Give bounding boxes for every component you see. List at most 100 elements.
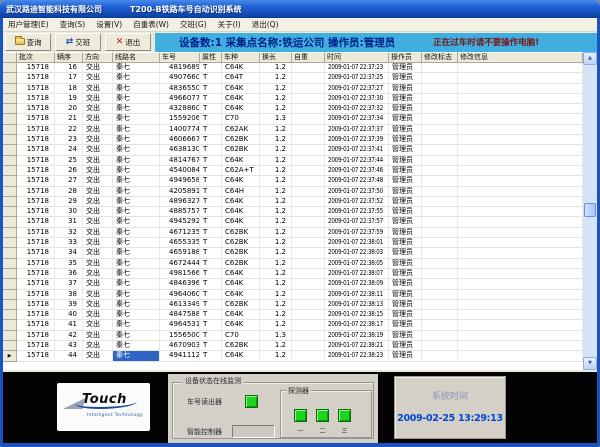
cell-line[interactable]: 秦七 (113, 351, 160, 362)
row-selector[interactable] (3, 135, 17, 145)
cell-direction[interactable]: 交出 (83, 176, 113, 186)
cell-batch[interactable]: 15718 (17, 279, 55, 289)
cell-car-no[interactable]: 4941112 (160, 351, 200, 362)
cell-seq[interactable]: 29 (55, 197, 83, 207)
cell-weight[interactable] (292, 84, 325, 94)
cell-batch[interactable]: 15718 (17, 290, 55, 300)
cell-mod-flag[interactable] (422, 259, 458, 269)
cell-time[interactable]: 2009-01-07 22:37:48 (325, 176, 389, 186)
cell-len[interactable]: 1.2 (260, 228, 292, 238)
cell-time[interactable]: 2009-01-07 22:38:11 (325, 290, 389, 300)
row-selector[interactable]: ▶ (3, 351, 17, 362)
cell-direction[interactable]: 交出 (83, 341, 113, 351)
row-selector[interactable] (3, 166, 17, 176)
cell-attr[interactable]: T (200, 73, 222, 83)
cell-seq[interactable]: 23 (55, 135, 83, 145)
cell-mod-flag[interactable] (422, 351, 458, 362)
cell-line[interactable]: 秦七 (113, 84, 160, 94)
cell-mod-flag[interactable] (422, 320, 458, 330)
cell-attr[interactable]: T (200, 94, 222, 104)
cell-seq[interactable]: 35 (55, 259, 83, 269)
cell-batch[interactable]: 15718 (17, 331, 55, 341)
cell-operator[interactable]: 管理员 (389, 269, 422, 279)
cell-mod-info[interactable] (458, 104, 583, 114)
row-selector[interactable] (3, 331, 17, 341)
cell-direction[interactable]: 交出 (83, 166, 113, 176)
cell-len[interactable]: 1.2 (260, 135, 292, 145)
table-row[interactable]: ▶1571844交出秦七4941112TC64K1.22009-01-07 22… (3, 351, 583, 361)
cell-operator[interactable]: 管理员 (389, 248, 422, 258)
cell-direction[interactable]: 交出 (83, 84, 113, 94)
cell-seq[interactable]: 27 (55, 176, 83, 186)
cell-type[interactable]: C64K (222, 156, 260, 166)
cell-seq[interactable]: 16 (55, 63, 83, 73)
cell-attr[interactable]: T (200, 217, 222, 227)
table-row[interactable]: 1571840交出秦七4847588TC64K1.22009-01-07 22:… (3, 310, 583, 320)
cell-mod-info[interactable] (458, 176, 583, 186)
column-header[interactable]: 方向 (83, 52, 113, 63)
cell-seq[interactable]: 22 (55, 125, 83, 135)
column-header[interactable]: 操作员 (389, 52, 422, 63)
cell-direction[interactable]: 交出 (83, 145, 113, 155)
cell-mod-info[interactable] (458, 228, 583, 238)
cell-time[interactable]: 2009-01-07 22:37:23 (325, 63, 389, 73)
cell-len[interactable]: 1.2 (260, 94, 292, 104)
cell-direction[interactable]: 交出 (83, 187, 113, 197)
cell-attr[interactable]: T (200, 341, 222, 351)
cell-time[interactable]: 2009-01-07 22:37:32 (325, 104, 389, 114)
cell-batch[interactable]: 15718 (17, 176, 55, 186)
cell-mod-flag[interactable] (422, 125, 458, 135)
cell-attr[interactable]: T (200, 207, 222, 217)
cell-mod-info[interactable] (458, 84, 583, 94)
column-header[interactable]: 线路名 (113, 52, 160, 63)
cell-line[interactable]: 秦七 (113, 248, 160, 258)
cell-mod-flag[interactable] (422, 331, 458, 341)
cell-weight[interactable] (292, 73, 325, 83)
table-row[interactable]: 1571822交出秦七1400774TC62AK1.22009-01-07 22… (3, 125, 583, 135)
cell-attr[interactable]: T (200, 351, 222, 362)
cell-weight[interactable] (292, 341, 325, 351)
cell-time[interactable]: 2009-01-07 22:37:34 (325, 114, 389, 124)
cell-operator[interactable]: 管理员 (389, 331, 422, 341)
cell-len[interactable]: 1.3 (260, 114, 292, 124)
cell-attr[interactable]: T (200, 259, 222, 269)
cell-time[interactable]: 2009-01-07 22:37:27 (325, 84, 389, 94)
cell-type[interactable]: C64K (222, 176, 260, 186)
cell-operator[interactable]: 管理员 (389, 207, 422, 217)
cell-car-no[interactable]: 4819689 (160, 63, 200, 73)
cell-car-no[interactable]: 4949658 (160, 176, 200, 186)
cell-type[interactable]: C62BK (222, 341, 260, 351)
cell-car-no[interactable]: 4638130 (160, 145, 200, 155)
cell-seq[interactable]: 31 (55, 217, 83, 227)
table-row[interactable]: 1571839交出秦七4613349TC62BK1.22009-01-07 22… (3, 300, 583, 310)
table-row[interactable]: 1571830交出秦七4885757TC64K1.22009-01-07 22:… (3, 207, 583, 217)
cell-type[interactable]: C64K (222, 320, 260, 330)
cell-line[interactable]: 秦七 (113, 135, 160, 145)
row-selector[interactable] (3, 279, 17, 289)
cell-mod-info[interactable] (458, 166, 583, 176)
row-selector[interactable] (3, 238, 17, 248)
cell-seq[interactable]: 18 (55, 84, 83, 94)
cell-type[interactable]: C62AK (222, 125, 260, 135)
cell-batch[interactable]: 15718 (17, 351, 55, 362)
cell-attr[interactable]: T (200, 187, 222, 197)
cell-mod-flag[interactable] (422, 187, 458, 197)
cell-direction[interactable]: 交出 (83, 207, 113, 217)
cell-len[interactable]: 1.2 (260, 217, 292, 227)
cell-mod-info[interactable] (458, 300, 583, 310)
cell-len[interactable]: 1.3 (260, 331, 292, 341)
cell-weight[interactable] (292, 290, 325, 300)
cell-mod-flag[interactable] (422, 290, 458, 300)
row-selector[interactable] (3, 300, 17, 310)
cell-time[interactable]: 2009-01-07 22:37:50 (325, 187, 389, 197)
cell-seq[interactable]: 36 (55, 269, 83, 279)
cell-line[interactable]: 秦七 (113, 300, 160, 310)
cell-weight[interactable] (292, 135, 325, 145)
table-row[interactable]: 1571835交出秦七4672444TC62BK1.22009-01-07 22… (3, 259, 583, 269)
cell-mod-info[interactable] (458, 207, 583, 217)
cell-len[interactable]: 1.2 (260, 176, 292, 186)
cell-len[interactable]: 1.2 (260, 320, 292, 330)
cell-car-no[interactable]: 1556500 (160, 331, 200, 341)
cell-mod-flag[interactable] (422, 217, 458, 227)
cell-operator[interactable]: 管理员 (389, 320, 422, 330)
